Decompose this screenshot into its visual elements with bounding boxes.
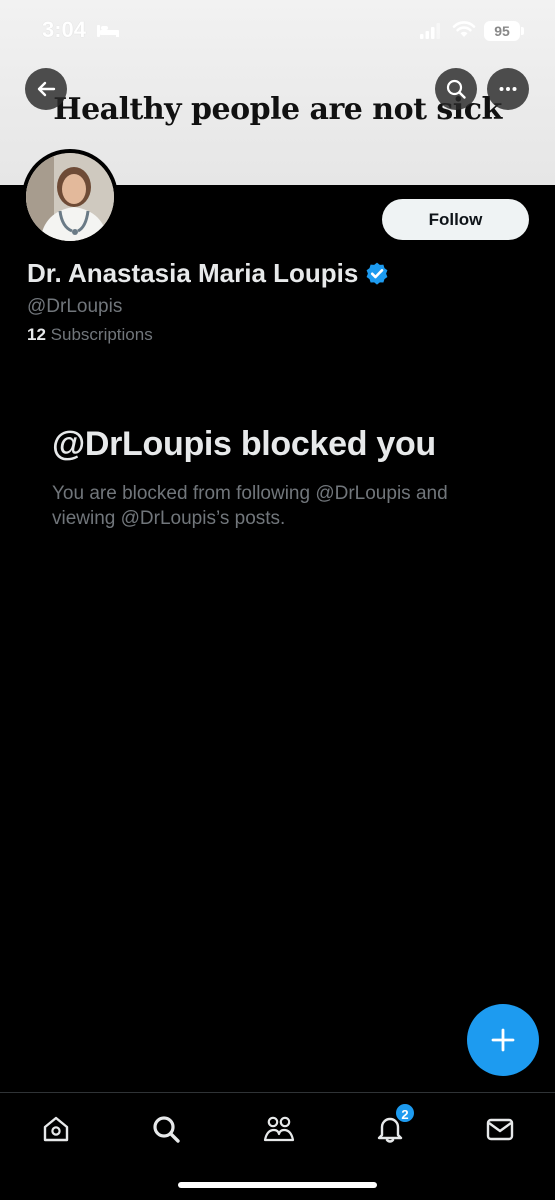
back-button[interactable] (25, 68, 67, 110)
search-icon (153, 1116, 180, 1143)
more-icon (499, 87, 517, 91)
cellular-signal-icon (420, 23, 440, 39)
messages-icon (486, 1118, 514, 1141)
search-icon (446, 79, 466, 99)
verified-badge-icon[interactable] (364, 261, 390, 287)
blocked-description: You are blocked from following @DrLoupis… (52, 483, 448, 529)
avatar-image (26, 153, 114, 241)
battery-indicator: 95 (484, 21, 520, 41)
home-indicator[interactable] (178, 1182, 377, 1188)
tab-messages[interactable] (482, 1111, 518, 1147)
subscriptions-link[interactable]: 12 Subscriptions (27, 325, 153, 345)
blocked-title: @DrLoupis blocked you (52, 425, 436, 463)
communities-icon (263, 1116, 295, 1142)
subscriptions-count: 12 (27, 325, 46, 344)
search-button[interactable] (435, 68, 477, 110)
status-bar: 3:04 95 (0, 0, 555, 62)
follow-button[interactable]: Follow (382, 199, 529, 240)
tab-home[interactable] (38, 1111, 74, 1147)
profile-name-row: Dr. Anastasia Maria Loupis (27, 258, 390, 289)
more-options-button[interactable] (487, 68, 529, 110)
notifications-badge: 2 (394, 1102, 416, 1124)
sleep-mode-icon (97, 25, 119, 37)
tab-communities[interactable] (261, 1111, 297, 1147)
avatar[interactable] (22, 149, 118, 245)
status-time: 3:04 (42, 17, 87, 42)
plus-icon (491, 1028, 515, 1052)
compose-button[interactable] (467, 1004, 539, 1076)
avatar-portrait (26, 153, 114, 241)
display-name: Dr. Anastasia Maria Loupis (27, 258, 359, 288)
arrow-left-icon (37, 81, 56, 97)
profile-handle: @DrLoupis (27, 296, 123, 317)
battery-tip (521, 27, 524, 35)
home-icon (43, 1116, 69, 1142)
wifi-icon (452, 21, 476, 37)
tab-search[interactable] (148, 1111, 184, 1147)
subscriptions-label: Subscriptions (50, 325, 153, 344)
